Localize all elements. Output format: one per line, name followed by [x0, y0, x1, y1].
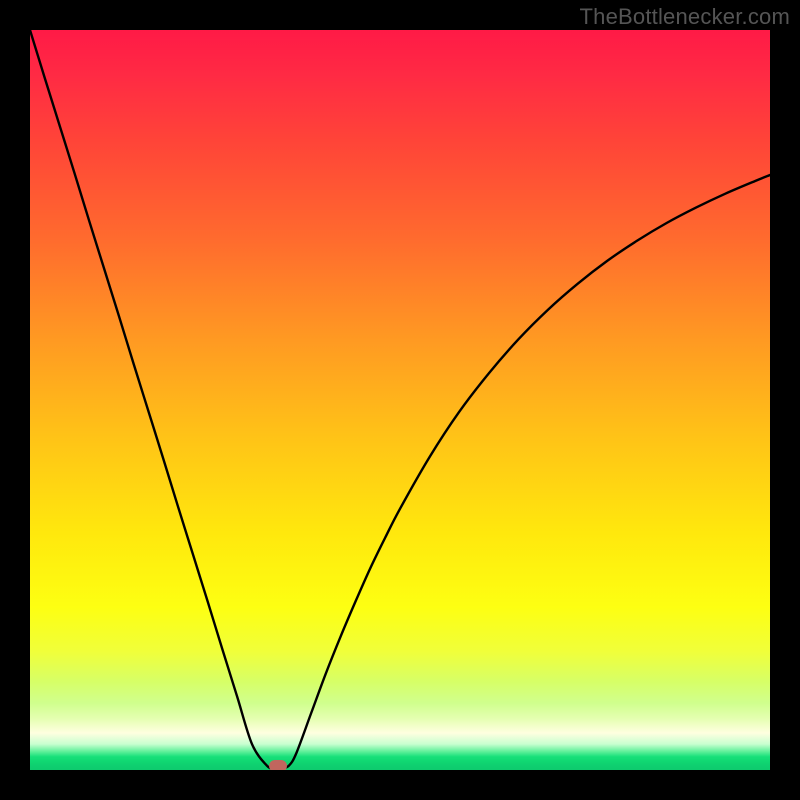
bottleneck-curve: [30, 30, 770, 769]
chart-frame: TheBottlenecker.com: [0, 0, 800, 800]
watermark-text: TheBottlenecker.com: [580, 4, 790, 30]
plot-area: [30, 30, 770, 770]
optimal-point-marker: [269, 760, 287, 770]
curve-layer: [30, 30, 770, 770]
